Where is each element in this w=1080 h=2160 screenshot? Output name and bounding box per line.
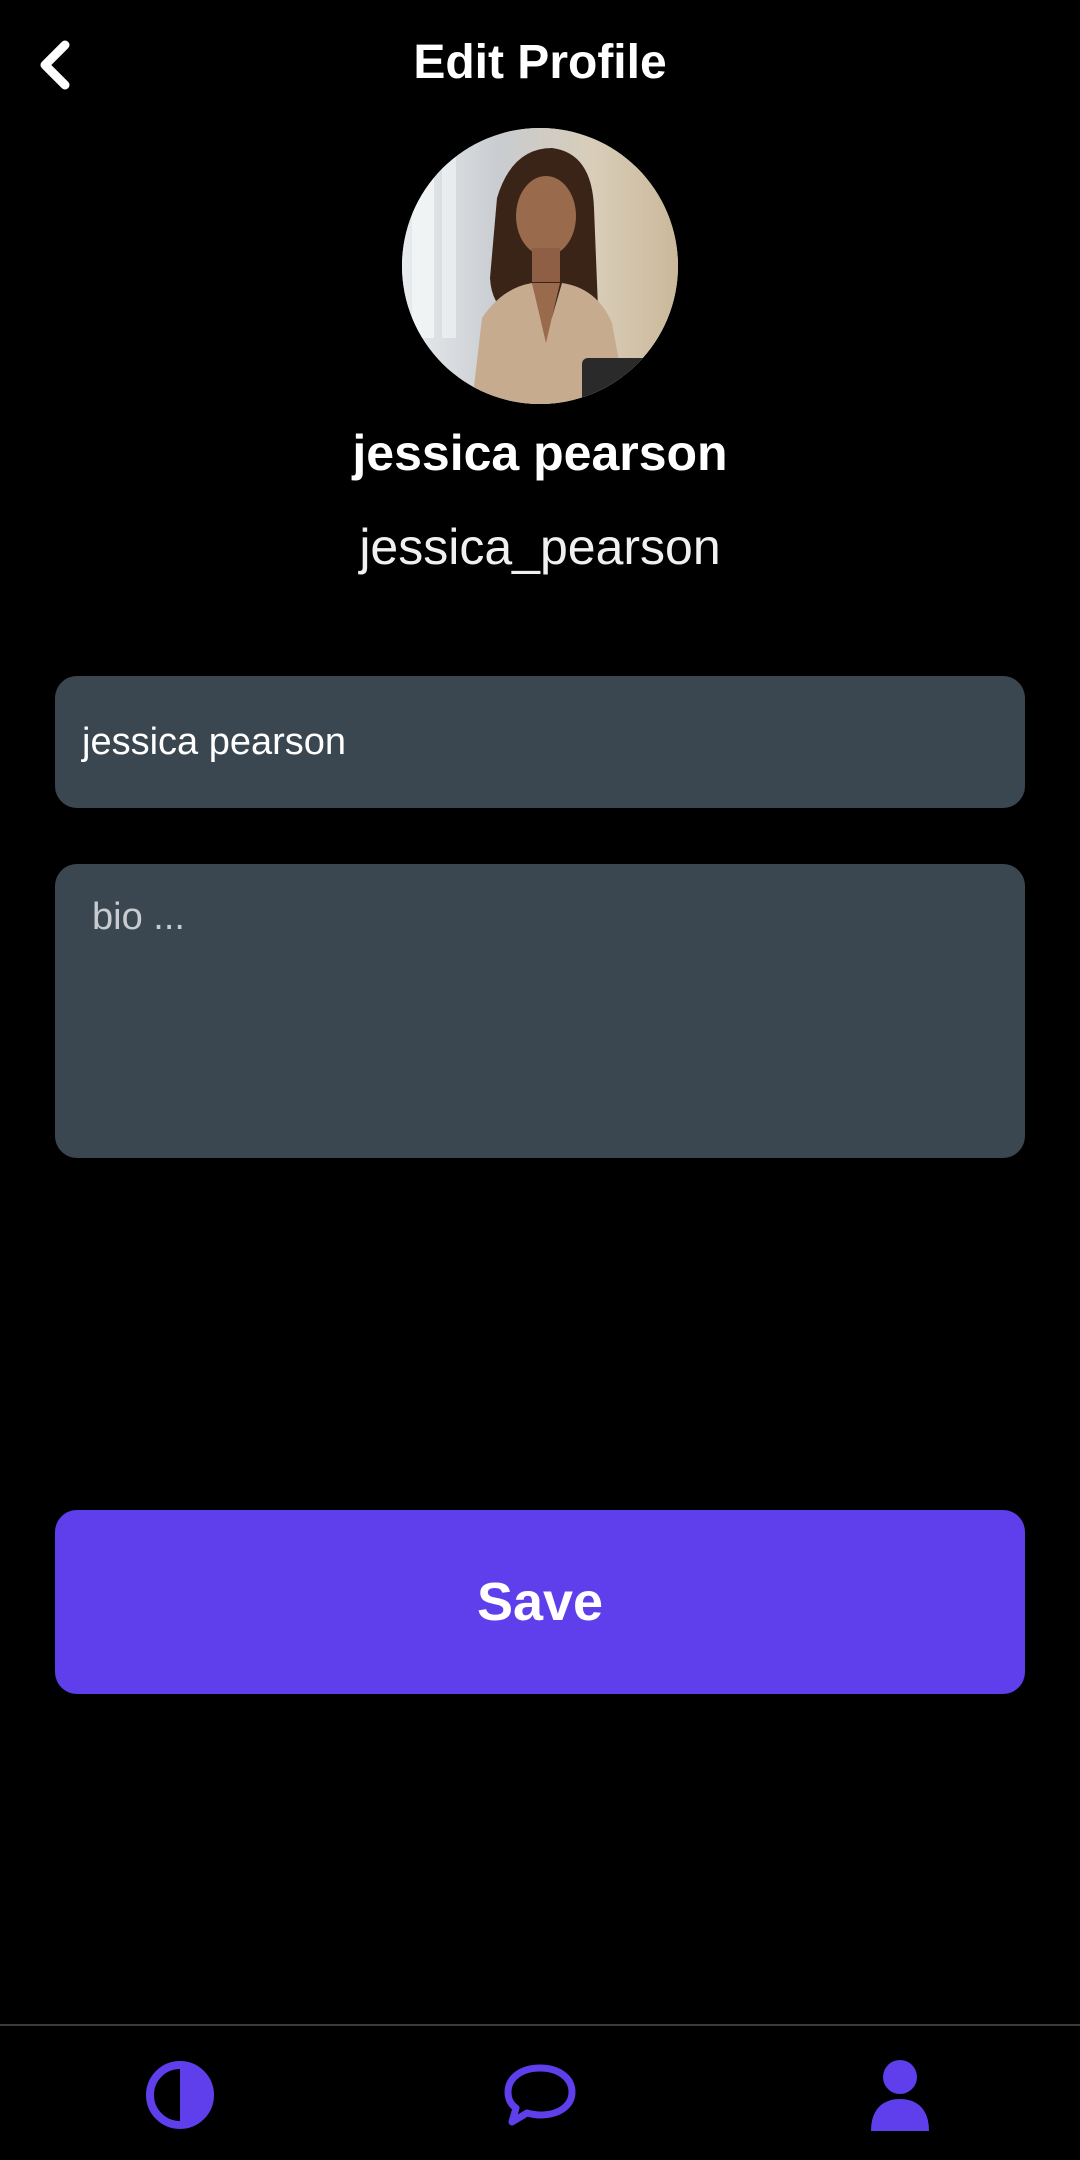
nav-item-profile[interactable] [855,2050,945,2140]
profile-display-name: jessica pearson [352,425,728,481]
profile-username: jessica_pearson [359,519,721,575]
bio-input[interactable] [55,864,1025,1158]
profile-photo [402,128,678,404]
header: Edit Profile [0,0,1080,130]
avatar[interactable] [402,128,678,404]
name-input[interactable]: jessica pearson [55,676,1025,808]
page-title: Edit Profile [413,36,667,89]
chat-bubble-icon [504,2064,576,2126]
nav-item-chat[interactable] [495,2050,585,2140]
person-icon [871,2060,929,2131]
save-button[interactable]: Save [55,1510,1025,1694]
nav-item-theme[interactable] [135,2050,225,2140]
edit-profile-screen: Edit Profile jessica pearson jessica_pea… [0,0,1080,2160]
theme-half-circle-icon [146,2061,214,2129]
bottom-nav [0,2024,1080,2160]
